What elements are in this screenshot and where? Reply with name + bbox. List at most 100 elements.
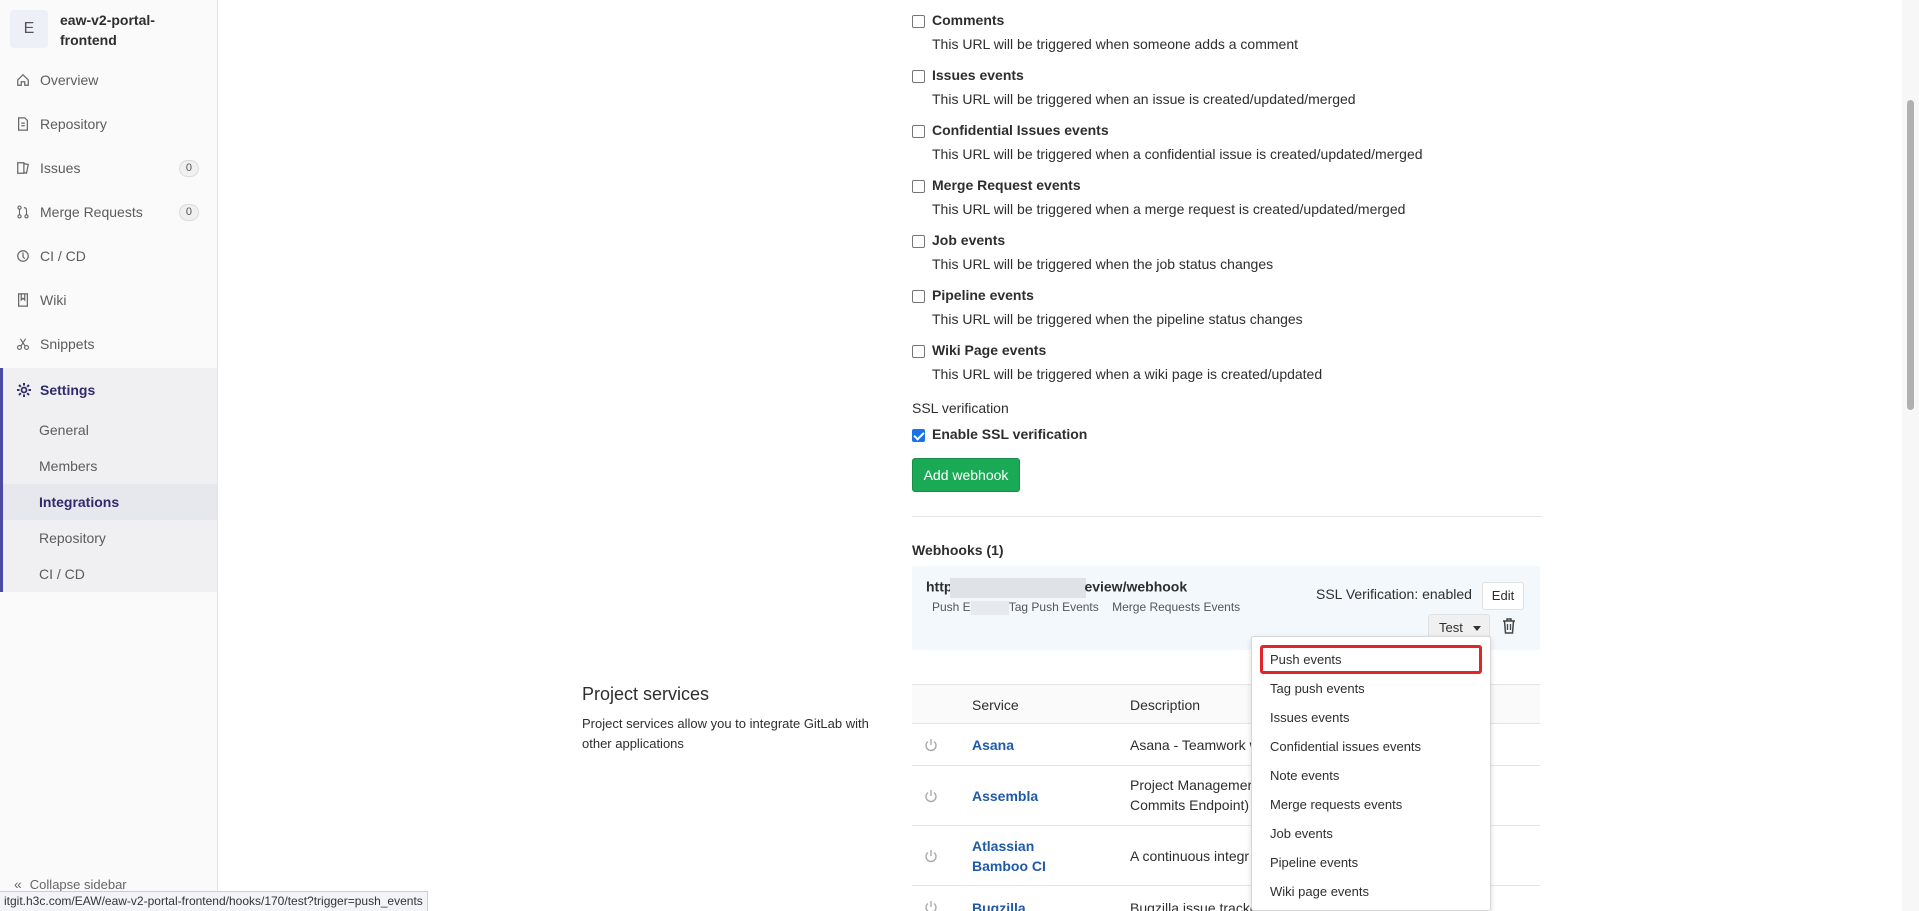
power-icon [925,790,937,803]
trigger-label[interactable]: Confidential Issues events [932,122,1109,138]
sidebar-sub-general[interactable]: General [3,412,217,448]
service-description-line1: Project Managemer [1130,777,1253,793]
home-icon [16,73,30,87]
service-name[interactable]: Bugzilla [972,898,1102,911]
scrollbar-thumb[interactable] [1907,100,1914,410]
service-description: Asana - Teamwork w [1130,737,1260,753]
project-avatar: E [10,10,48,48]
job-events-checkbox[interactable] [912,235,925,248]
power-icon [925,850,937,863]
service-description: Bugzilla issue tracke [1130,900,1258,911]
dropdown-item-push-events[interactable]: Push events [1260,645,1482,674]
sidebar-item-snippets[interactable]: Snippets [0,322,217,366]
add-webhook-button[interactable]: Add webhook [912,458,1020,492]
service-description: A continuous integr [1130,848,1250,864]
enable-ssl-label[interactable]: Enable SSL verification [932,426,1087,442]
sidebar-item-label: Snippets [40,336,95,352]
webhook-ssl-status: SSL Verification: enabled [1316,586,1472,602]
merge-requests-count-badge: 0 [178,203,199,221]
enable-ssl-checkbox[interactable] [912,429,925,442]
divider [912,516,1542,517]
col-service: Service [972,697,1019,713]
trigger-label[interactable]: Job events [932,232,1005,248]
trigger-label[interactable]: Comments [932,12,1004,28]
sidebar-item-repository[interactable]: Repository [0,102,217,146]
dropdown-item-confidential-issues-events[interactable]: Confidential issues events [1252,732,1490,761]
dropdown-item-note-events[interactable]: Note events [1252,761,1490,790]
trigger-label[interactable]: Merge Request events [932,177,1081,193]
webhook-url: http eview/webhook [926,578,1187,598]
dropdown-item-pipeline-events[interactable]: Pipeline events [1252,848,1490,877]
project-services-title: Project services [582,684,710,704]
issues-count-badge: 0 [178,159,199,177]
trigger-help: This URL will be triggered when the pipe… [932,311,1303,327]
trigger-label[interactable]: Pipeline events [932,287,1034,303]
dropdown-item-merge-requests-events[interactable]: Merge requests events [1252,790,1490,819]
sidebar-item-label: Wiki [40,292,67,308]
sidebar-item-label: Overview [40,72,99,88]
dropdown-item-job-events[interactable]: Job events [1252,819,1490,848]
trigger-help: This URL will be triggered when a merge … [932,201,1406,217]
project-header[interactable]: E eaw-v2-portal-frontend [0,0,217,58]
edit-webhook-button[interactable]: Edit [1482,582,1524,610]
sidebar-item-merge-requests[interactable]: Merge Requests 0 [0,190,217,234]
sidebar-item-settings[interactable]: Settings [3,368,217,412]
service-name[interactable]: Asana [972,735,1102,755]
trigger-label[interactable]: Wiki Page events [932,342,1046,358]
pipeline-events-checkbox[interactable] [912,290,925,303]
scissors-icon [16,337,30,351]
comments-checkbox[interactable] [912,15,925,28]
wiki-page-events-checkbox[interactable] [912,345,925,358]
trigger-help: This URL will be triggered when a wiki p… [932,366,1323,382]
project-name[interactable]: eaw-v2-portal-frontend [60,10,180,50]
redacted-block [970,600,1009,615]
sidebar-item-overview[interactable]: Overview [0,58,217,102]
settings-group: Settings General Members Integrations Re… [0,368,217,592]
sidebar-sub-repository[interactable]: Repository [3,520,217,556]
test-events-dropdown: Push events Tag push events Issues event… [1251,636,1491,911]
dropdown-item-wiki-page-events[interactable]: Wiki page events [1252,877,1490,906]
col-description: Description [1130,697,1201,713]
rocket-icon [16,249,30,263]
issues-icon [16,161,30,175]
merge-icon [16,205,30,219]
sidebar-item-label: Repository [40,116,107,132]
service-name[interactable]: Atlassian Bamboo CI [972,836,1092,876]
merge-request-events-checkbox[interactable] [912,180,925,193]
sidebar-item-ci-cd[interactable]: CI / CD [0,234,217,278]
ssl-verification-title: SSL verification [912,400,1009,416]
service-name[interactable]: Assembla [972,786,1102,806]
power-icon [925,739,937,752]
webhooks-title: Webhooks (1) [912,542,1004,558]
dropdown-item-tag-push-events[interactable]: Tag push events [1252,674,1490,703]
trash-icon[interactable] [1502,618,1516,634]
sidebar-item-label: Issues [40,160,81,176]
double-chevron-left-icon: « [14,876,22,892]
trigger-help: This URL will be triggered when the job … [932,256,1274,272]
settings-label: Settings [40,382,96,398]
confidential-issues-events-checkbox[interactable] [912,125,925,138]
project-services-description: Project services allow you to integrate … [582,716,869,751]
trigger-label[interactable]: Issues events [932,67,1024,83]
book-icon [16,293,30,307]
page-scrollbar[interactable] [1902,0,1919,911]
dropdown-item-issues-events[interactable]: Issues events [1252,703,1490,732]
trigger-help: This URL will be triggered when someone … [932,36,1298,52]
link-status-bar: itgit.h3c.com/EAW/eaw-v2-portal-frontend… [0,891,428,911]
sidebar-item-issues[interactable]: Issues 0 [0,146,217,190]
doc-icon [16,117,30,131]
gear-icon [16,382,32,398]
sidebar-item-wiki[interactable]: Wiki [0,278,217,322]
redacted-block [950,578,1087,598]
collapse-sidebar-button[interactable]: « Collapse sidebar [14,876,127,892]
caret-down-icon [1473,626,1481,631]
sidebar-sub-members[interactable]: Members [3,448,217,484]
sidebar-sub-integrations[interactable]: Integrations [3,484,217,520]
sidebar: E eaw-v2-portal-frontend Overview Reposi… [0,0,218,911]
collapse-sidebar-label: Collapse sidebar [29,876,127,892]
issues-events-checkbox[interactable] [912,70,925,83]
trigger-help: This URL will be triggered when a confid… [932,146,1423,162]
webhook-events: Push E Tag Push Events Merge Requests Eve… [932,600,1241,615]
sidebar-sub-ci-cd[interactable]: CI / CD [3,556,217,592]
sidebar-item-label: Merge Requests [40,204,143,220]
